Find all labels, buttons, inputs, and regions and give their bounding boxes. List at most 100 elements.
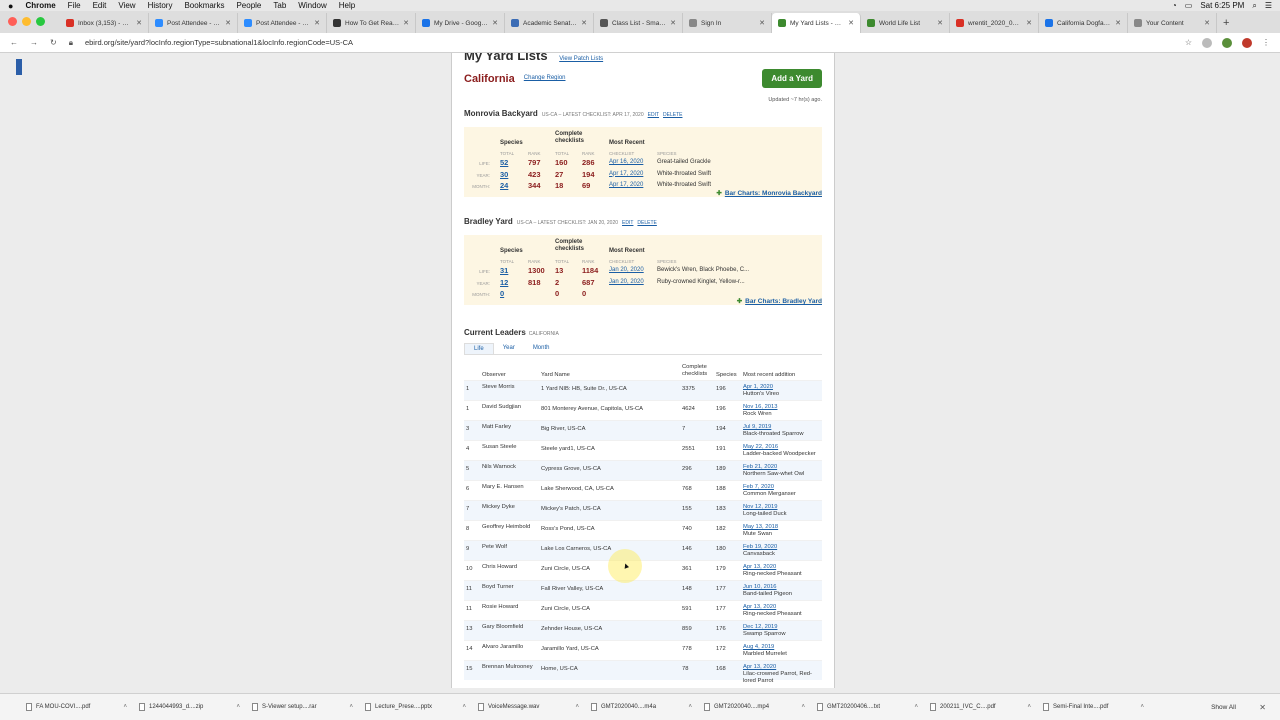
reload-icon[interactable]: ↻ bbox=[50, 38, 57, 47]
leader-observer[interactable]: Alvaro Jaramillo bbox=[482, 644, 537, 651]
leader-recent-date-link[interactable]: Feb 7, 2020 bbox=[743, 484, 823, 491]
leader-recent-date-link[interactable]: Aug 4, 2019 bbox=[743, 644, 823, 651]
tab-close-icon[interactable]: ✕ bbox=[759, 19, 765, 27]
leader-recent-date-link[interactable]: Feb 19, 2020 bbox=[743, 544, 823, 551]
chevron-up-icon[interactable]: ˄ bbox=[349, 704, 353, 710]
recent-checklist-link[interactable]: Apr 17, 2020 bbox=[609, 182, 643, 188]
browser-tab[interactable]: Post Attendee - Zo... ✕ bbox=[149, 13, 238, 33]
avatar[interactable] bbox=[1242, 37, 1252, 48]
chevron-up-icon[interactable]: ˄ bbox=[575, 704, 579, 710]
view-patch-lists-link[interactable]: View Patch Lists bbox=[559, 56, 603, 62]
chevron-up-icon[interactable]: ˄ bbox=[1140, 704, 1144, 710]
menu-window[interactable]: Window bbox=[298, 1, 326, 10]
tab-close-icon[interactable]: ✕ bbox=[581, 19, 587, 27]
col-observer[interactable]: Observer bbox=[482, 372, 506, 378]
recent-checklist-link[interactable]: Apr 17, 2020 bbox=[609, 171, 643, 177]
species-total-link[interactable]: 52 bbox=[500, 158, 508, 167]
leader-recent-date-link[interactable]: Jun 10, 2016 bbox=[743, 584, 823, 591]
col-checklists[interactable]: Complete checklists bbox=[682, 364, 716, 378]
extension-icon[interactable] bbox=[1202, 37, 1212, 48]
species-total-link[interactable]: 0 bbox=[500, 289, 504, 298]
browser-tab[interactable]: Academic Senate -... ✕ bbox=[505, 13, 594, 33]
leader-observer[interactable]: Mickey Dyke bbox=[482, 504, 537, 511]
download-item[interactable]: GMT2020040....m4a ˄ bbox=[585, 703, 698, 711]
download-item[interactable]: VoiceMessage.wav ˄ bbox=[472, 703, 585, 711]
chevron-up-icon[interactable]: ˄ bbox=[1027, 704, 1031, 710]
new-tab-button[interactable]: + bbox=[1217, 17, 1235, 33]
chevron-up-icon[interactable]: ˄ bbox=[462, 704, 466, 710]
download-item[interactable]: Lecture_Prese....pptx ˄ bbox=[359, 703, 472, 711]
browser-tab[interactable]: My Drive - Google D... ✕ bbox=[416, 13, 505, 33]
leader-observer[interactable]: Susan Steele bbox=[482, 444, 537, 451]
leader-recent-date-link[interactable]: Dec 12, 2019 bbox=[743, 624, 823, 631]
tab-life[interactable]: Life bbox=[464, 343, 494, 354]
search-icon[interactable]: ⌕ bbox=[1252, 1, 1256, 11]
col-yard[interactable]: Yard Name bbox=[541, 372, 570, 378]
tab-close-icon[interactable]: ✕ bbox=[670, 19, 676, 27]
leader-recent-date-link[interactable]: Apr 1, 2020 bbox=[743, 384, 823, 391]
menu-bookmarks[interactable]: Bookmarks bbox=[184, 1, 224, 10]
menu-file[interactable]: File bbox=[68, 1, 81, 10]
close-icon[interactable]: ✕ bbox=[1259, 703, 1266, 712]
col-recent[interactable]: Most recent addition bbox=[743, 372, 795, 378]
tab-close-icon[interactable]: ✕ bbox=[136, 19, 142, 27]
show-all-downloads-button[interactable]: Show All bbox=[1211, 704, 1236, 711]
leader-observer[interactable]: Steve Morris bbox=[482, 384, 537, 391]
menu-kebab-icon[interactable]: ⋮ bbox=[1262, 38, 1270, 47]
leader-recent-date-link[interactable]: Jul 9, 2019 bbox=[743, 424, 823, 431]
species-total-link[interactable]: 31 bbox=[500, 266, 508, 275]
close-window-button[interactable] bbox=[8, 17, 17, 26]
recent-checklist-link[interactable]: Apr 16, 2020 bbox=[609, 159, 643, 165]
bar-charts-link[interactable]: Bar Charts: Monrovia Backyard bbox=[716, 189, 822, 197]
download-item[interactable]: 200211_IVC_C....pdf ˄ bbox=[924, 703, 1037, 711]
browser-tab[interactable]: Post Attendee - Zo... ✕ bbox=[238, 13, 327, 33]
tab-close-icon[interactable]: ✕ bbox=[225, 19, 231, 27]
leader-observer[interactable]: Boyd Turner bbox=[482, 584, 537, 591]
battery-icon[interactable]: ▭ bbox=[1185, 1, 1193, 10]
tab-close-icon[interactable]: ✕ bbox=[848, 19, 854, 27]
chevron-up-icon[interactable]: ˄ bbox=[801, 704, 805, 710]
tab-close-icon[interactable]: ✕ bbox=[937, 19, 943, 27]
tab-year[interactable]: Year bbox=[494, 343, 524, 354]
leader-observer[interactable]: Rosie Howard bbox=[482, 604, 537, 611]
delete-yard-link[interactable]: DELETE bbox=[637, 220, 656, 226]
col-species[interactable]: Species bbox=[716, 372, 737, 378]
download-item[interactable]: FA MOU-COVI....pdf ˄ bbox=[20, 703, 133, 711]
bar-charts-link[interactable]: Bar Charts: Bradley Yard bbox=[737, 297, 822, 305]
chevron-up-icon[interactable]: ˄ bbox=[123, 704, 127, 710]
tab-close-icon[interactable]: ✕ bbox=[1204, 19, 1210, 27]
tab-close-icon[interactable]: ✕ bbox=[1115, 19, 1121, 27]
recent-checklist-link[interactable]: Jan 20, 2020 bbox=[609, 267, 644, 273]
leader-recent-date-link[interactable]: May 13, 2018 bbox=[743, 524, 823, 531]
bookmark-star-icon[interactable]: ☆ bbox=[1185, 38, 1192, 47]
menu-view[interactable]: View bbox=[118, 1, 135, 10]
change-region-link[interactable]: Change Region bbox=[524, 75, 566, 81]
leader-recent-date-link[interactable]: Nov 16, 2013 bbox=[743, 404, 823, 411]
browser-tab[interactable]: California Dogface... ✕ bbox=[1039, 13, 1128, 33]
menu-people[interactable]: People bbox=[236, 1, 261, 10]
species-total-link[interactable]: 30 bbox=[500, 170, 508, 179]
menu-history[interactable]: History bbox=[148, 1, 173, 10]
page-viewport[interactable]: My Yard Lists View Patch Lists Californi… bbox=[0, 53, 1280, 688]
delete-yard-link[interactable]: DELETE bbox=[663, 112, 682, 118]
edit-yard-link[interactable]: EDIT bbox=[622, 220, 633, 226]
forward-icon[interactable]: → bbox=[30, 38, 38, 47]
species-total-link[interactable]: 12 bbox=[500, 278, 508, 287]
browser-tab[interactable]: How To Get Really... ✕ bbox=[327, 13, 416, 33]
leader-recent-date-link[interactable]: Apr 13, 2020 bbox=[743, 664, 823, 671]
yard-name[interactable]: Monrovia Backyard bbox=[464, 109, 538, 118]
browser-tab[interactable]: Inbox (3,153) - dev... ✕ bbox=[60, 13, 149, 33]
leader-observer[interactable]: Chris Howard bbox=[482, 564, 537, 571]
leader-recent-date-link[interactable]: Apr 13, 2020 bbox=[743, 604, 823, 611]
download-item[interactable]: Semi-Final Inte....pdf ˄ bbox=[1037, 703, 1150, 711]
url-field[interactable]: ebird.org/site/yard?locInfo.regionType=s… bbox=[85, 38, 1173, 47]
download-item[interactable]: 1244044993_d....zip ˄ bbox=[133, 703, 246, 711]
menubar-clock[interactable]: Sat 6:25 PM bbox=[1200, 1, 1244, 10]
leader-recent-date-link[interactable]: Nov 12, 2019 bbox=[743, 504, 823, 511]
browser-tab[interactable]: wrentit_2020_04.p... ✕ bbox=[950, 13, 1039, 33]
leader-recent-date-link[interactable]: Apr 13, 2020 bbox=[743, 564, 823, 571]
menu-help[interactable]: Help bbox=[339, 1, 355, 10]
add-yard-button[interactable]: Add a Yard bbox=[762, 69, 822, 88]
leader-recent-date-link[interactable]: May 22, 2016 bbox=[743, 444, 823, 451]
download-item[interactable]: S-Viewer setup....rar ˄ bbox=[246, 703, 359, 711]
